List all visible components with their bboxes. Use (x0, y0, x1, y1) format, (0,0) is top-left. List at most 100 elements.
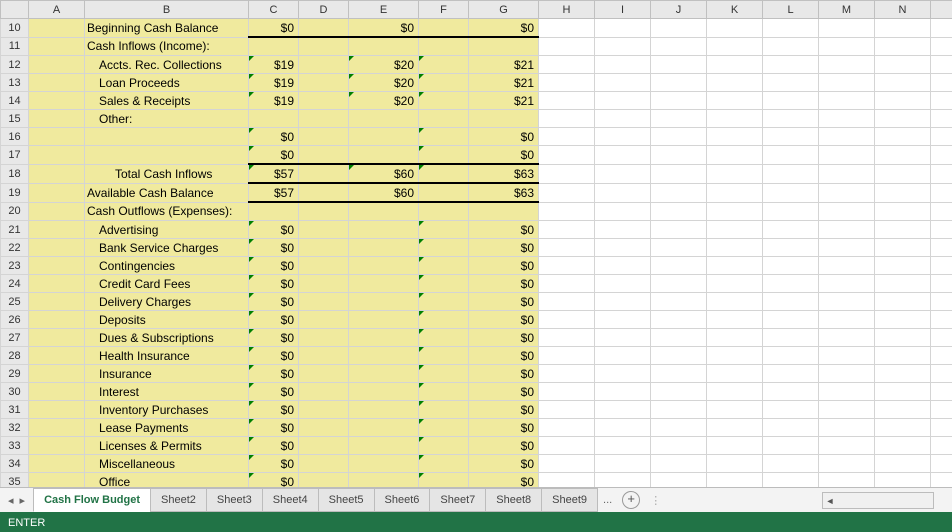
cell-O24[interactable] (931, 275, 952, 293)
cell-I19[interactable] (595, 183, 651, 202)
cell-O19[interactable] (931, 183, 952, 202)
cell-K25[interactable] (707, 293, 763, 311)
cell-H20[interactable] (539, 202, 595, 221)
cell-A12[interactable] (29, 56, 85, 74)
cell-L28[interactable] (763, 347, 819, 365)
cell-F25[interactable] (419, 293, 469, 311)
row-header-21[interactable]: 21 (1, 221, 29, 239)
cell-C34[interactable]: $0 (249, 455, 299, 473)
cell-M11[interactable] (819, 37, 875, 56)
cell-O17[interactable] (931, 146, 952, 165)
cell-L22[interactable] (763, 239, 819, 257)
cell-J28[interactable] (651, 347, 707, 365)
cell-C26[interactable]: $0 (249, 311, 299, 329)
cell-O21[interactable] (931, 221, 952, 239)
cell-H19[interactable] (539, 183, 595, 202)
cell-I26[interactable] (595, 311, 651, 329)
cell-C13[interactable]: $19 (249, 74, 299, 92)
cell-F22[interactable] (419, 239, 469, 257)
cell-D31[interactable] (299, 401, 349, 419)
row-header-31[interactable]: 31 (1, 401, 29, 419)
cell-H12[interactable] (539, 56, 595, 74)
cell-L15[interactable] (763, 110, 819, 128)
cell-D23[interactable] (299, 257, 349, 275)
cell-J35[interactable] (651, 473, 707, 488)
cell-K23[interactable] (707, 257, 763, 275)
tab-nav-first-icon[interactable]: ◂ (8, 494, 14, 507)
spreadsheet-grid[interactable]: ABCDEFGHIJKLMNOPQ 10Beginning Cash Balan… (0, 0, 952, 487)
cell-N32[interactable] (875, 419, 931, 437)
cell-E33[interactable] (349, 437, 419, 455)
cell-O11[interactable] (931, 37, 952, 56)
cell-A18[interactable] (29, 164, 85, 183)
row-header-34[interactable]: 34 (1, 455, 29, 473)
cell-I29[interactable] (595, 365, 651, 383)
row-header-25[interactable]: 25 (1, 293, 29, 311)
cell-M18[interactable] (819, 164, 875, 183)
cell-O26[interactable] (931, 311, 952, 329)
cell-E21[interactable] (349, 221, 419, 239)
cell-H32[interactable] (539, 419, 595, 437)
column-header-M[interactable]: M (819, 1, 875, 19)
row-label[interactable]: Lease Payments (85, 419, 249, 437)
cell-N29[interactable] (875, 365, 931, 383)
cell-A10[interactable] (29, 19, 85, 38)
column-header-G[interactable]: G (469, 1, 539, 19)
cell-G35[interactable]: $0 (469, 473, 539, 488)
row-label[interactable]: Dues & Subscriptions (85, 329, 249, 347)
cell-J34[interactable] (651, 455, 707, 473)
cell-C24[interactable]: $0 (249, 275, 299, 293)
cell-I34[interactable] (595, 455, 651, 473)
row-label[interactable]: Inventory Purchases (85, 401, 249, 419)
cell-C18[interactable]: $57 (249, 164, 299, 183)
cell-F27[interactable] (419, 329, 469, 347)
column-header-D[interactable]: D (299, 1, 349, 19)
cell-G28[interactable]: $0 (469, 347, 539, 365)
cell-M10[interactable] (819, 19, 875, 38)
cell-K29[interactable] (707, 365, 763, 383)
cell-O34[interactable] (931, 455, 952, 473)
cell-H33[interactable] (539, 437, 595, 455)
cell-D10[interactable] (299, 19, 349, 38)
column-header-J[interactable]: J (651, 1, 707, 19)
cell-H14[interactable] (539, 92, 595, 110)
cell-M15[interactable] (819, 110, 875, 128)
cell-K10[interactable] (707, 19, 763, 38)
cell-A32[interactable] (29, 419, 85, 437)
cell-K18[interactable] (707, 164, 763, 183)
cell-A14[interactable] (29, 92, 85, 110)
column-header-A[interactable]: A (29, 1, 85, 19)
cell-E11[interactable] (349, 37, 419, 56)
cell-I20[interactable] (595, 202, 651, 221)
cell-O35[interactable] (931, 473, 952, 488)
row-label[interactable]: Loan Proceeds (85, 74, 249, 92)
cell-K21[interactable] (707, 221, 763, 239)
cell-I11[interactable] (595, 37, 651, 56)
cell-D12[interactable] (299, 56, 349, 74)
cell-F14[interactable] (419, 92, 469, 110)
cell-I10[interactable] (595, 19, 651, 38)
cell-N24[interactable] (875, 275, 931, 293)
cell-L14[interactable] (763, 92, 819, 110)
cell-F24[interactable] (419, 275, 469, 293)
sheet-tab[interactable]: Sheet3 (206, 488, 263, 512)
cell-J19[interactable] (651, 183, 707, 202)
row-header-29[interactable]: 29 (1, 365, 29, 383)
cell-J25[interactable] (651, 293, 707, 311)
cell-M30[interactable] (819, 383, 875, 401)
cell-D13[interactable] (299, 74, 349, 92)
cell-I24[interactable] (595, 275, 651, 293)
row-header-13[interactable]: 13 (1, 74, 29, 92)
cell-J20[interactable] (651, 202, 707, 221)
cell-A20[interactable] (29, 202, 85, 221)
row-header-17[interactable]: 17 (1, 146, 29, 165)
cell-N28[interactable] (875, 347, 931, 365)
cell-O15[interactable] (931, 110, 952, 128)
cell-O22[interactable] (931, 239, 952, 257)
cell-E32[interactable] (349, 419, 419, 437)
cell-A27[interactable] (29, 329, 85, 347)
cell-I13[interactable] (595, 74, 651, 92)
cell-C17[interactable]: $0 (249, 146, 299, 165)
cell-H22[interactable] (539, 239, 595, 257)
cell-A24[interactable] (29, 275, 85, 293)
